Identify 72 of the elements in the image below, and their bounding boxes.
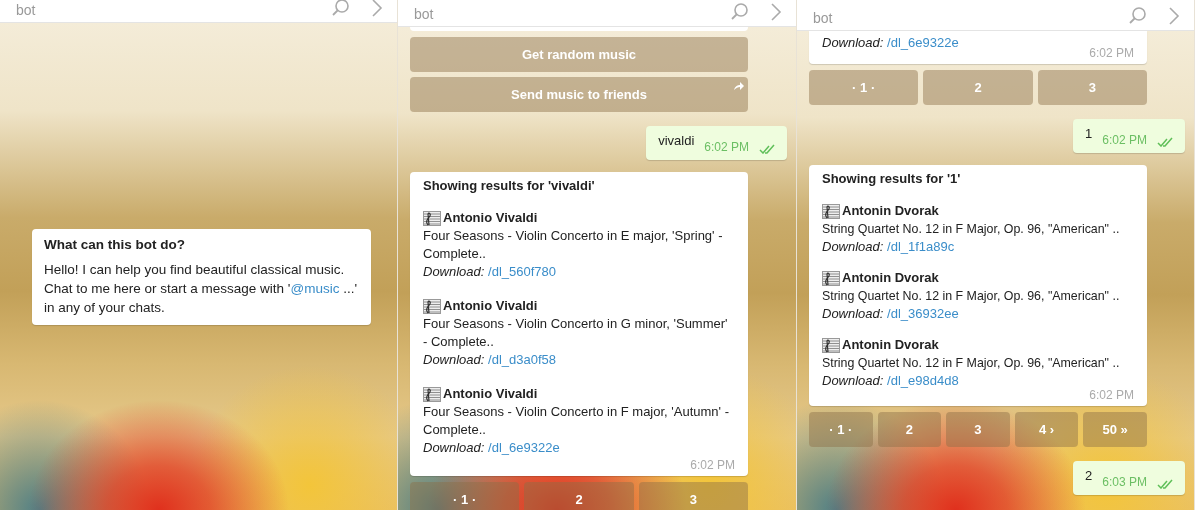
download-link[interactable]: /dl_d3a0f58: [488, 352, 556, 367]
download-label: Download:: [423, 264, 485, 279]
composer-name: Antonio Vivaldi: [443, 385, 538, 403]
search-icon[interactable]: [1128, 6, 1148, 26]
track-title: String Quartet No. 12 in F Major, Op. 96, "American" ..: [822, 288, 1121, 305]
message-text: 1: [1085, 126, 1093, 143]
composer-name: Antonio Vivaldi: [443, 297, 538, 315]
message-time: 6:02 PM: [689, 458, 735, 472]
keyboard-button[interactable]: 4 ›: [1014, 412, 1079, 447]
track-title: String Quartet No. 12 in F Major, Op. 96, "American" ..: [822, 221, 1121, 238]
download-label: Download:: [822, 239, 884, 254]
results-heading: Showing results for 'vivaldi': [423, 178, 596, 193]
keyboard-button[interactable]: 3: [638, 482, 748, 510]
chevron-right-icon[interactable]: [371, 0, 383, 18]
track-title: String Quartet No. 12 in F Major, Op. 96, "American" ..: [822, 355, 1121, 372]
double-check-icon: [1157, 137, 1175, 147]
download-link[interactable]: /dl_1f1a89c: [887, 239, 955, 254]
download-label: Download:: [423, 352, 485, 367]
chevron-right-icon[interactable]: [770, 2, 782, 22]
message-time: 6:02 PM: [1102, 133, 1147, 147]
card-text: Hello! I can help you find beautiful classical music. Chat to me here or start a message with '@music ...' in any of your chats.: [44, 261, 358, 317]
download-link[interactable]: /dl_6e9322e: [887, 35, 959, 50]
composer-name: Antonin Dvorak: [842, 202, 939, 220]
composer-name: Antonin Dvorak: [842, 269, 939, 287]
download-link[interactable]: /dl_560f780: [488, 264, 556, 279]
download-label: Download:: [822, 373, 884, 388]
keyboard-button[interactable]: 3: [1037, 70, 1147, 105]
keyboard-button[interactable]: 2: [923, 70, 1033, 105]
track-title: Four Seasons - Violin Concerto in F major, 'Autumn' - Complete..: [423, 403, 731, 439]
keyboard-button[interactable]: · 1 ·: [410, 482, 520, 510]
download-label: Download:: [822, 306, 884, 321]
double-check-icon: [1157, 479, 1175, 489]
search-icon[interactable]: [730, 2, 750, 22]
download-label: Download:: [822, 35, 884, 50]
message-time: 6:02 PM: [704, 140, 749, 154]
message-time: 6:03 PM: [1102, 475, 1147, 489]
inline-bot-link[interactable]: @music: [290, 281, 340, 296]
message-text: vivaldi: [658, 133, 695, 150]
card-title: What can this bot do?: [44, 237, 186, 252]
music-score-icon: [822, 337, 840, 353]
music-score-icon: [423, 210, 441, 226]
search-icon[interactable]: [331, 0, 351, 18]
composer-name: Antonio Vivaldi: [443, 209, 538, 227]
keyboard-button[interactable]: Send music to friends: [410, 77, 748, 112]
keyboard-button[interactable]: 2: [524, 482, 634, 510]
music-score-icon: [423, 386, 441, 402]
music-score-icon: [822, 270, 840, 286]
music-score-icon: [423, 298, 441, 314]
double-check-icon: [759, 144, 777, 154]
music-score-icon: [822, 203, 840, 219]
download-link[interactable]: /dl_36932ee: [887, 306, 959, 321]
download-label: Download:: [423, 440, 485, 455]
message-text: 2: [1085, 468, 1093, 485]
results-heading: Showing results for '1': [822, 171, 962, 186]
track-title: Four Seasons - Violin Concerto in G minor, 'Summer' - Complete..: [423, 315, 729, 351]
keyboard-button[interactable]: 3: [946, 412, 1010, 447]
composer-name: Antonin Dvorak: [842, 336, 939, 354]
keyboard-button[interactable]: 50 »: [1083, 412, 1147, 447]
chat-subtitle: bot: [813, 10, 833, 26]
keyboard-button[interactable]: · 1 ·: [809, 70, 919, 105]
track-title: Four Seasons - Violin Concerto in E major, 'Spring' - Complete..: [423, 227, 724, 263]
download-link[interactable]: /dl_e98d4d8: [887, 373, 959, 388]
keyboard-button[interactable]: · 1 ·: [809, 412, 873, 447]
message-time: 6:02 PM: [1088, 46, 1134, 60]
chat-subtitle: bot: [16, 2, 36, 18]
chat-subtitle: bot: [414, 6, 434, 22]
keyboard-button[interactable]: 2: [877, 412, 942, 447]
chevron-right-icon[interactable]: [1168, 6, 1180, 26]
message-time: 6:02 PM: [1088, 388, 1134, 402]
download-link[interactable]: /dl_6e9322e: [488, 440, 560, 455]
share-arrow-icon: [733, 81, 745, 91]
keyboard-button[interactable]: Get random music: [410, 37, 748, 72]
